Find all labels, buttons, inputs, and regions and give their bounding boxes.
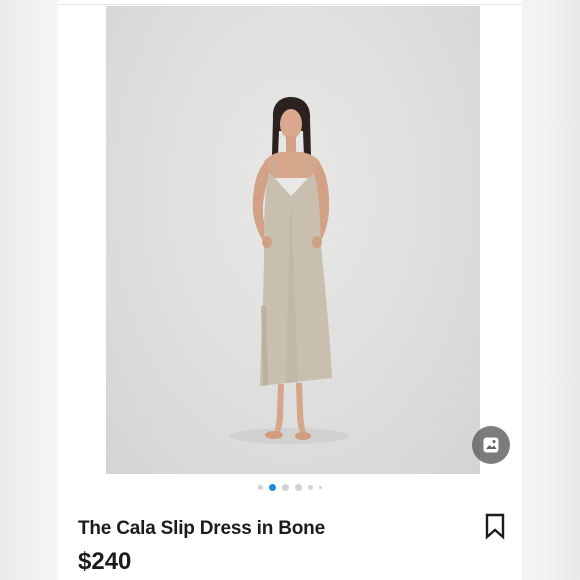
- listing-card: The Cala Slip Dress in Bone $240: [58, 0, 522, 580]
- divider: [58, 4, 522, 5]
- carousel-dot[interactable]: [282, 484, 289, 491]
- product-photo[interactable]: [106, 6, 480, 474]
- listing-title: The Cala Slip Dress in Bone: [78, 518, 325, 539]
- image-icon: [483, 437, 499, 453]
- carousel-dot-active[interactable]: [269, 484, 276, 491]
- listing-price: $240: [78, 548, 132, 575]
- carousel-dot[interactable]: [258, 485, 263, 490]
- carousel-dot[interactable]: [308, 485, 313, 490]
- image-viewer-button[interactable]: [472, 426, 510, 464]
- screen: The Cala Slip Dress in Bone $240: [0, 0, 580, 580]
- carousel-indicator: [58, 484, 522, 491]
- bookmark-icon: [485, 513, 505, 540]
- save-bookmark-button[interactable]: [482, 512, 508, 540]
- carousel-dot[interactable]: [319, 486, 322, 489]
- carousel-dot[interactable]: [295, 484, 302, 491]
- model-illustration: [229, 97, 349, 444]
